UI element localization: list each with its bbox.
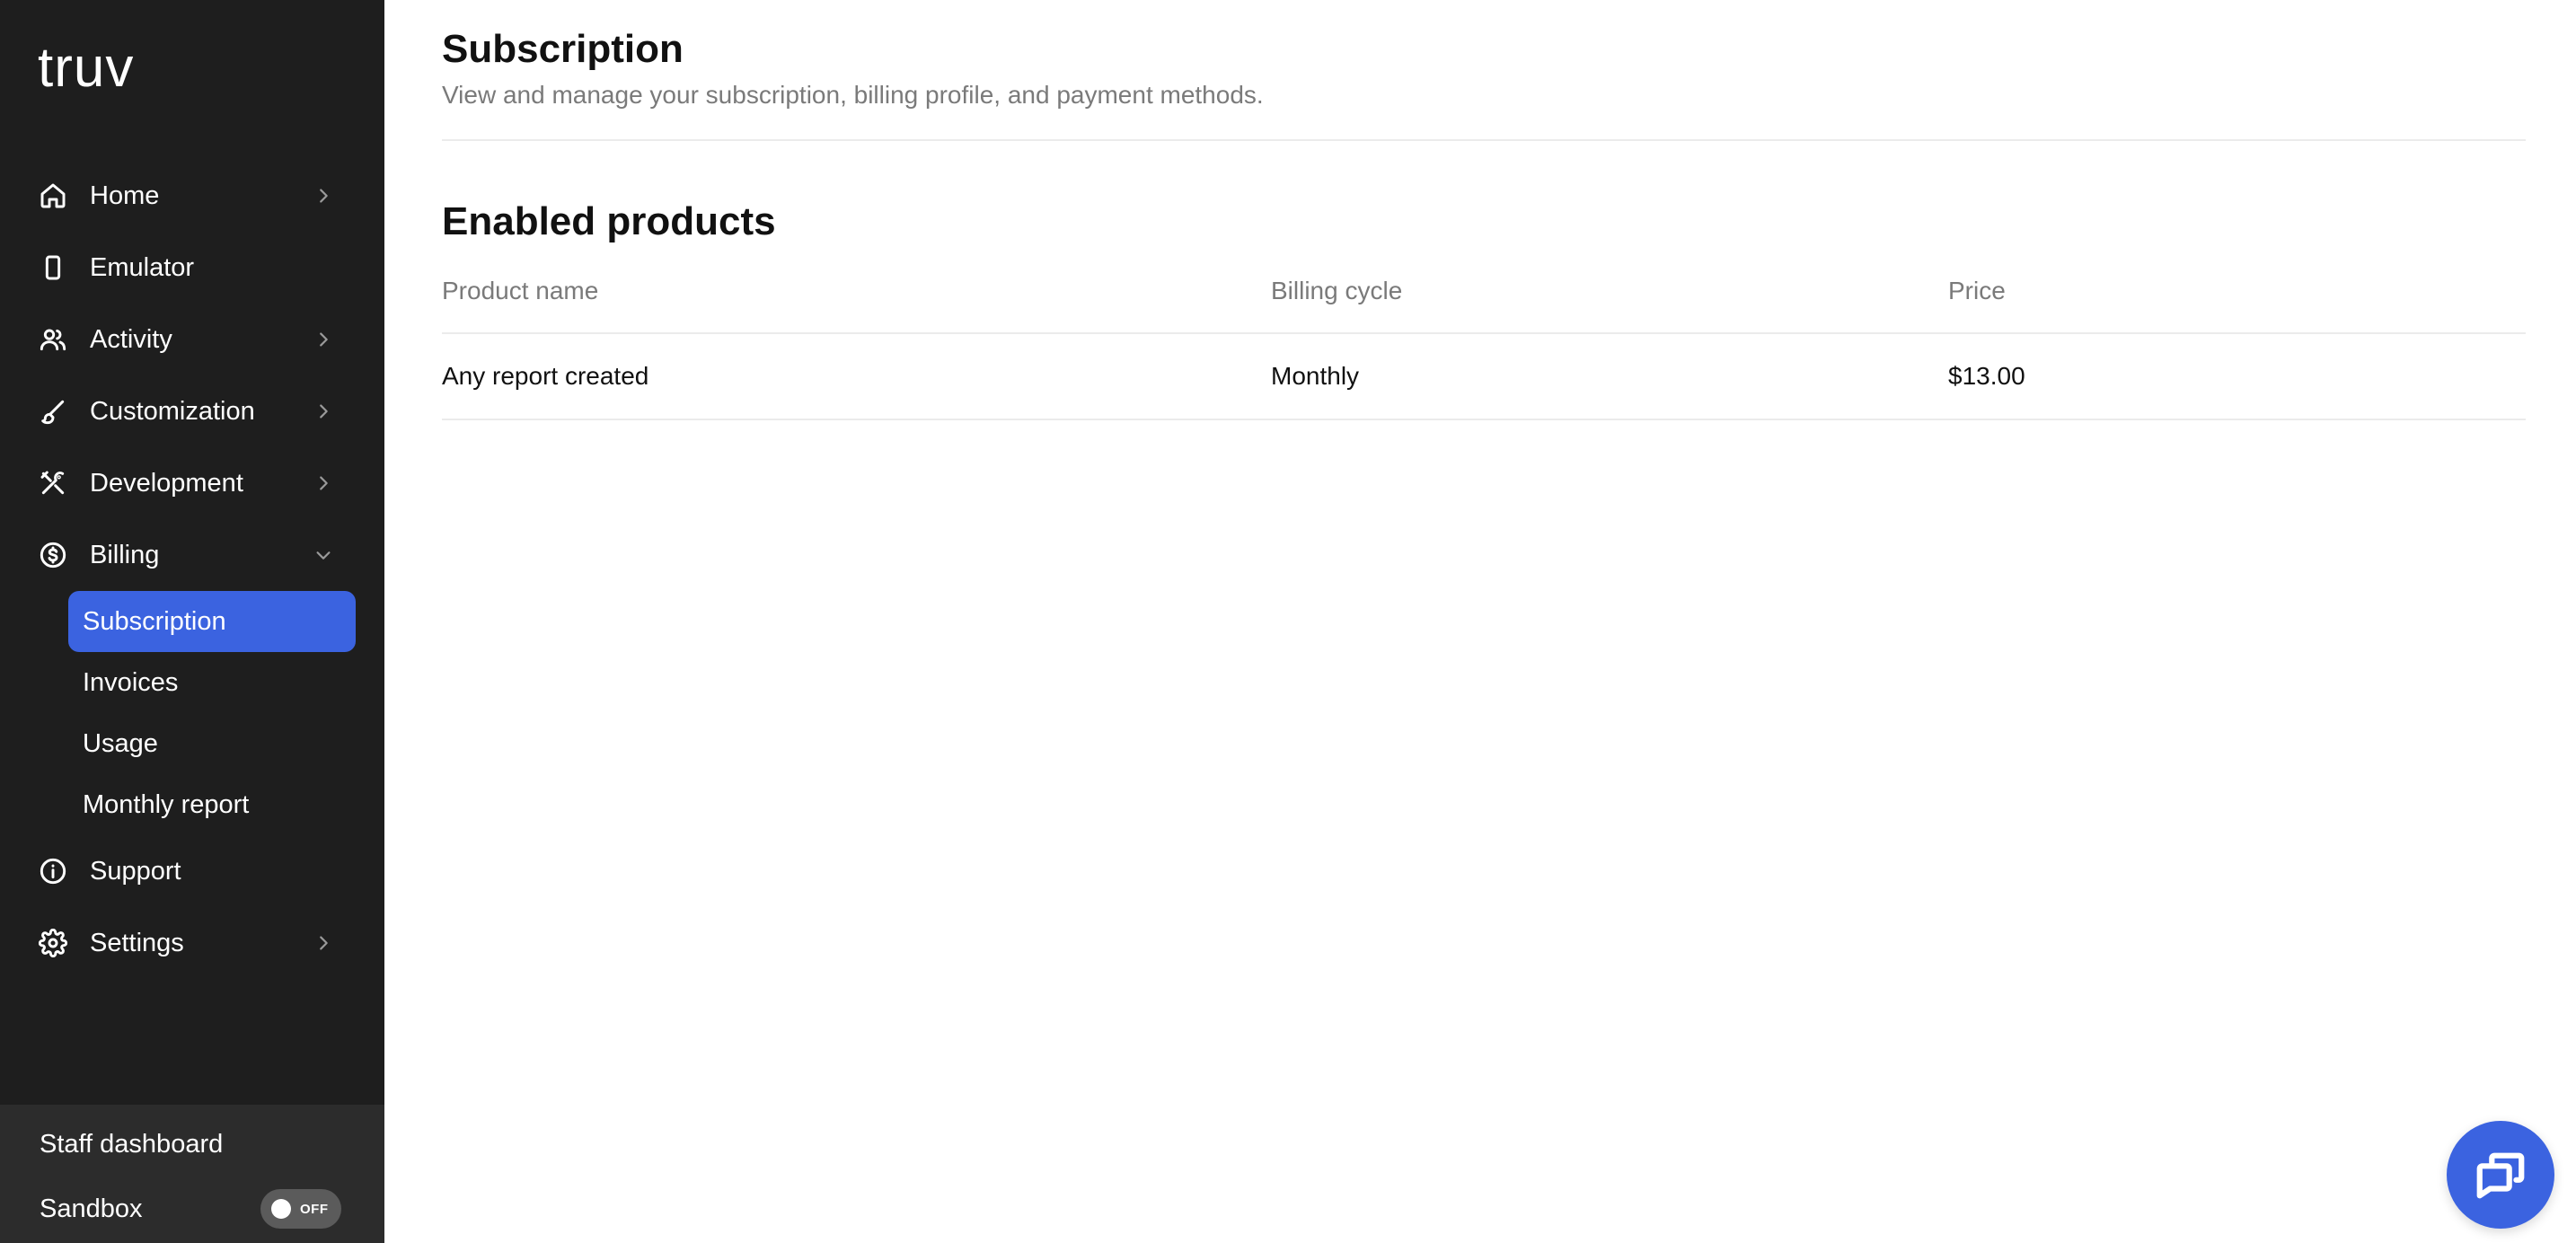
sidebar-footer: Staff dashboard Sandbox OFF <box>0 1105 384 1243</box>
column-header-billing-cycle: Billing cycle <box>1271 277 1403 304</box>
sidebar-item-label: Home <box>90 181 160 210</box>
sandbox-label: Sandbox <box>40 1195 143 1223</box>
sidebar-item-emulator[interactable]: Emulator <box>0 232 384 304</box>
table-row: Any report created Monthly $13.00 <box>442 334 2526 420</box>
chevron-right-icon <box>313 932 334 954</box>
sidebar-subitem-usage[interactable]: Usage <box>68 713 356 774</box>
home-icon <box>38 181 68 211</box>
tools-icon <box>38 468 68 498</box>
chevron-down-icon <box>313 544 334 566</box>
sidebar-item-support[interactable]: Support <box>0 835 384 907</box>
sidebar-item-settings[interactable]: Settings <box>0 907 384 979</box>
sidebar-item-development[interactable]: Development <box>0 447 384 519</box>
chat-button[interactable] <box>2447 1121 2554 1229</box>
page-title: Subscription <box>442 27 684 71</box>
info-icon <box>38 856 68 886</box>
chevron-right-icon <box>313 329 334 350</box>
sidebar-subitem-monthly-report[interactable]: Monthly report <box>68 774 356 835</box>
enabled-products-table: Product name Billing cycle Price Any rep… <box>442 262 2526 420</box>
sidebar-item-home[interactable]: Home <box>0 160 384 232</box>
sidebar-nav: Home Emulator Activity Customization Dev… <box>0 160 384 979</box>
chevron-right-icon <box>313 401 334 422</box>
sidebar-item-label: Billing <box>90 540 160 569</box>
product-name-cell: Any report created <box>442 362 649 390</box>
billing-cycle-cell: Monthly <box>1271 362 1360 390</box>
chat-icon <box>2473 1147 2528 1203</box>
sidebar-item-label: Emulator <box>90 252 195 282</box>
dollar-icon <box>38 540 68 570</box>
app: truv Home Emulator Activity Customizatio… <box>0 0 2576 1243</box>
sidebar-item-label: Customization <box>90 396 255 426</box>
page-subtitle: View and manage your subscription, billi… <box>442 81 1264 109</box>
chevron-right-icon <box>313 472 334 494</box>
sidebar-item-label: Settings <box>90 928 184 957</box>
users-icon <box>38 324 68 355</box>
sidebar-item-label: Support <box>90 856 181 886</box>
staff-dashboard-link[interactable]: Staff dashboard <box>40 1130 223 1159</box>
sidebar-subitem-subscription[interactable]: Subscription <box>68 591 356 652</box>
toggle-knob <box>271 1199 291 1219</box>
sidebar-item-activity[interactable]: Activity <box>0 304 384 375</box>
sidebar-item-label: Activity <box>90 324 172 354</box>
section-title: Enabled products <box>442 199 776 243</box>
chevron-right-icon <box>313 185 334 207</box>
sidebar: truv Home Emulator Activity Customizatio… <box>0 0 384 1243</box>
truv-logo[interactable]: truv <box>38 40 134 96</box>
column-header-product-name: Product name <box>442 277 599 304</box>
sandbox-toggle[interactable]: OFF <box>260 1189 341 1229</box>
sidebar-item-label: Development <box>90 468 243 498</box>
gear-icon <box>38 928 68 958</box>
sidebar-item-billing[interactable]: Billing <box>0 519 384 591</box>
brush-icon <box>38 396 68 427</box>
phone-icon <box>38 252 68 283</box>
column-header-price: Price <box>1948 277 2006 304</box>
table-header-row: Product name Billing cycle Price <box>442 262 2526 334</box>
sidebar-subitem-invoices[interactable]: Invoices <box>68 652 356 713</box>
header-divider <box>442 139 2526 141</box>
toggle-state-text: OFF <box>300 1202 329 1217</box>
price-cell: $13.00 <box>1948 362 2025 390</box>
sidebar-item-customization[interactable]: Customization <box>0 375 384 447</box>
